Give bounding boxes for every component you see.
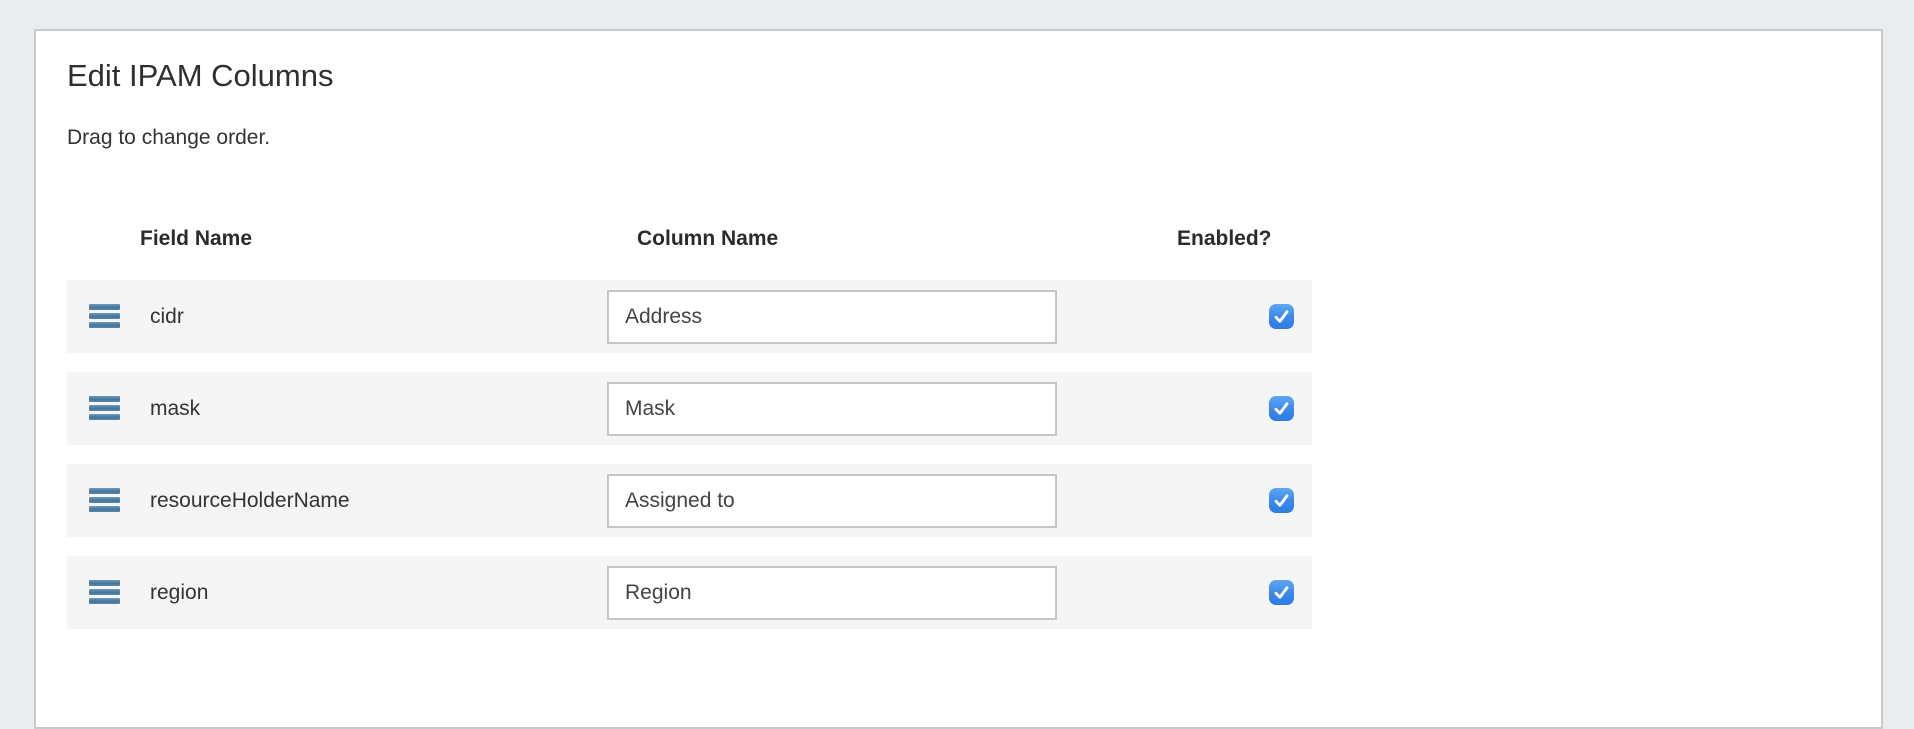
edit-ipam-columns-panel: Edit IPAM Columns Drag to change order. … — [34, 29, 1883, 729]
column-header-row: Field Name Column Name Enabled? — [36, 227, 1881, 257]
page-title: Edit IPAM Columns — [67, 58, 333, 94]
ipam-column-row-mask[interactable]: mask — [67, 372, 1312, 445]
header-enabled: Enabled? — [1177, 227, 1272, 251]
enabled-checkbox[interactable] — [1269, 580, 1294, 605]
enabled-checkbox[interactable] — [1269, 396, 1294, 421]
drag-handle-icon[interactable] — [89, 488, 120, 512]
checkmark-icon — [1272, 307, 1291, 326]
drag-hint-text: Drag to change order. — [67, 126, 270, 150]
ipam-column-row-region[interactable]: region — [67, 556, 1312, 629]
checkmark-icon — [1272, 399, 1291, 418]
ipam-column-row-cidr[interactable]: cidr — [67, 280, 1312, 353]
ipam-columns-list: cidr mask resourceHolderName — [67, 280, 1312, 648]
drag-handle-icon[interactable] — [89, 580, 120, 604]
field-name-label: mask — [150, 397, 200, 421]
header-field-name: Field Name — [140, 227, 252, 251]
column-name-input[interactable] — [607, 474, 1057, 528]
page: Edit IPAM Columns Drag to change order. … — [0, 0, 1914, 646]
field-name-label: resourceHolderName — [150, 489, 350, 513]
ipam-column-row-resourceHolderName[interactable]: resourceHolderName — [67, 464, 1312, 537]
column-name-input[interactable] — [607, 566, 1057, 620]
field-name-label: region — [150, 581, 208, 605]
header-column-name: Column Name — [637, 227, 778, 251]
column-name-input[interactable] — [607, 290, 1057, 344]
checkmark-icon — [1272, 491, 1291, 510]
checkmark-icon — [1272, 583, 1291, 602]
drag-handle-icon[interactable] — [89, 304, 120, 328]
enabled-checkbox[interactable] — [1269, 488, 1294, 513]
drag-handle-icon[interactable] — [89, 396, 120, 420]
enabled-checkbox[interactable] — [1269, 304, 1294, 329]
column-name-input[interactable] — [607, 382, 1057, 436]
field-name-label: cidr — [150, 305, 184, 329]
